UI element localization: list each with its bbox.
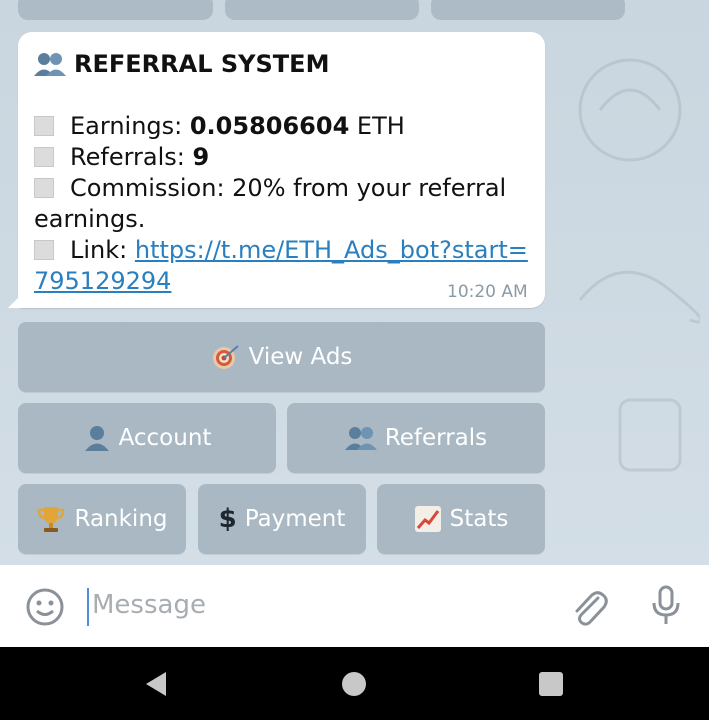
commission-line: Commission: 20% from your referral: [34, 173, 506, 204]
referrals-value: 9: [192, 143, 210, 171]
message-title: REFERRAL SYSTEM: [74, 50, 330, 78]
view-ads-label: View Ads: [248, 344, 353, 370]
account-button[interactable]: Account: [18, 403, 276, 473]
referrals-label: Referrals:: [70, 143, 193, 171]
message-input[interactable]: Message: [92, 590, 206, 620]
referrals-line: Referrals: 9: [34, 142, 209, 173]
dollar-icon: $: [218, 504, 237, 534]
referrals-button[interactable]: Referrals: [287, 403, 545, 473]
users-icon: [34, 53, 66, 76]
account-label: Account: [118, 425, 212, 451]
back-icon[interactable]: [142, 670, 170, 698]
previous-keyboard-button[interactable]: [431, 0, 625, 20]
target-icon: [212, 345, 239, 369]
earnings-unit: ETH: [349, 112, 405, 140]
recents-icon[interactable]: [538, 671, 564, 697]
ranking-label: Ranking: [74, 506, 168, 532]
referral-link[interactable]: https://t.me/ETH_Ads_bot?start=: [135, 236, 528, 264]
background-doodle: [578, 270, 700, 324]
user-icon: [84, 426, 109, 451]
background-doodle: [578, 58, 682, 162]
smile-icon[interactable]: [25, 587, 65, 627]
square-bullet-icon: [34, 116, 54, 136]
square-bullet-icon: [34, 147, 54, 167]
microphone-icon[interactable]: [649, 584, 683, 628]
referral-link-continued[interactable]: 795129294: [34, 267, 171, 295]
earnings-line: Earnings: 0.05806604 ETH: [34, 111, 405, 142]
link-line-continued: 795129294: [34, 266, 171, 297]
message-title-row: REFERRAL SYSTEM: [34, 49, 329, 79]
paperclip-icon[interactable]: [568, 586, 608, 628]
square-bullet-icon: [34, 178, 54, 198]
text-cursor: [87, 588, 89, 626]
link-line: Link: https://t.me/ETH_Ads_bot?start=: [34, 235, 528, 266]
background-doodle: [618, 398, 682, 472]
previous-keyboard-button[interactable]: [225, 0, 419, 20]
ranking-button[interactable]: Ranking: [18, 484, 186, 554]
earnings-value: 0.05806604: [189, 112, 350, 140]
view-ads-button[interactable]: View Ads: [18, 322, 545, 392]
home-icon[interactable]: [341, 671, 367, 697]
payment-label: Payment: [244, 506, 346, 532]
commission-text: Commission: 20% from your referral: [70, 174, 507, 202]
trophy-icon: [38, 507, 65, 532]
earnings-label: Earnings:: [70, 112, 190, 140]
stats-button[interactable]: Stats: [377, 484, 545, 554]
square-bullet-icon: [34, 240, 54, 260]
message-timestamp: 10:20 AM: [447, 282, 528, 302]
link-label: Link:: [70, 236, 135, 264]
previous-keyboard-button[interactable]: [18, 0, 213, 20]
chart-up-icon: [414, 506, 441, 532]
referrals-label: Referrals: [384, 425, 488, 451]
stats-label: Stats: [449, 506, 509, 532]
commission-line-continued: earnings.: [34, 205, 146, 233]
users-icon: [344, 427, 377, 450]
payment-button[interactable]: $ Payment: [198, 484, 366, 554]
